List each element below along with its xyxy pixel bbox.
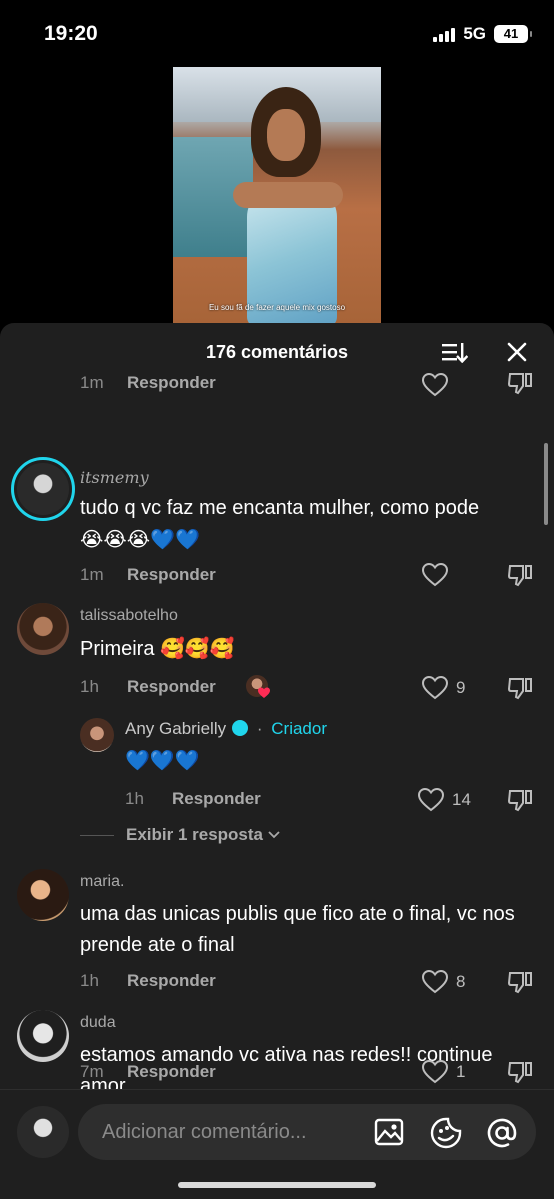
image-icon[interactable] xyxy=(374,1118,404,1151)
like-button[interactable] xyxy=(422,563,456,587)
dislike-icon[interactable] xyxy=(507,373,533,400)
home-indicator xyxy=(178,1182,376,1188)
dislike-icon[interactable] xyxy=(507,970,533,999)
comment-input-bar: Adicionar comentário... xyxy=(0,1089,554,1199)
avatar[interactable] xyxy=(80,718,114,752)
creator-username[interactable]: Any Gabrielly xyxy=(125,719,226,738)
comment-emojis: 🥰🥰🥰 xyxy=(160,636,235,660)
creator-reply-text: 💙💙💙 xyxy=(125,745,554,777)
partial-comment-meta: 1m Responder xyxy=(80,373,216,393)
like-button[interactable]: 14 xyxy=(418,788,471,812)
view-replies-button[interactable]: Exibir 1 resposta xyxy=(80,825,280,845)
comment-emojis: 💙💙💙 xyxy=(125,748,200,772)
comment-meta: 1h Responder xyxy=(80,971,216,991)
reply-button[interactable]: Responder xyxy=(127,565,216,585)
creator-reply-header: Any Gabrielly · Criador xyxy=(125,719,327,738)
reply-button[interactable]: Responder xyxy=(127,677,216,697)
like-button[interactable]: 1 xyxy=(422,1060,465,1084)
comments-count-title: 176 comentários xyxy=(205,342,349,362)
comment-emojis: 😭😭😭💙💙 xyxy=(80,527,200,551)
signal-icon xyxy=(433,26,456,42)
comment-username[interactable]: talissabotelho xyxy=(80,607,178,625)
verified-badge-icon xyxy=(232,720,249,736)
avatar[interactable] xyxy=(11,457,75,521)
battery-icon: 41 xyxy=(494,25,532,43)
comment-meta: 7m Responder xyxy=(80,1062,216,1082)
my-avatar xyxy=(17,1106,69,1158)
dislike-icon[interactable] xyxy=(507,788,533,817)
dislike-icon[interactable] xyxy=(507,1060,533,1089)
sheet-header: 176 comentários xyxy=(0,323,554,379)
at-icon[interactable] xyxy=(486,1117,518,1154)
avatar[interactable] xyxy=(17,603,69,655)
comment-text: Primeira 🥰🥰🥰 xyxy=(80,633,535,665)
comment-input[interactable]: Adicionar comentário... xyxy=(78,1104,536,1160)
comment-username[interactable]: duda xyxy=(80,1014,116,1032)
comment-meta: 1h Responder xyxy=(80,677,216,697)
heart-outline-icon xyxy=(422,676,448,700)
creator-label: Criador xyxy=(271,719,327,738)
comment-text: uma das unicas publis que fico ate o fin… xyxy=(80,903,515,956)
comment-username[interactable]: maria. xyxy=(80,873,124,891)
heart-outline-icon xyxy=(422,563,448,587)
video-caption: Eu sou fã de fazer aquele mix gostoso xyxy=(208,303,346,312)
reply-button[interactable]: Responder xyxy=(127,971,216,991)
like-button[interactable]: 8 xyxy=(422,970,465,994)
like-button[interactable]: 9 xyxy=(422,676,465,700)
creator-liked-indicator xyxy=(246,675,272,701)
heart-outline-icon[interactable] xyxy=(421,373,449,402)
chevron-down-icon xyxy=(268,831,280,839)
comments-list[interactable]: 1m Responder itsmemy tudo q vc faz me en… xyxy=(0,373,554,1090)
comment-text: tudo q vc faz me encanta mulher, como po… xyxy=(80,493,535,556)
dislike-icon[interactable] xyxy=(507,676,533,705)
comment-input-placeholder: Adicionar comentário... xyxy=(102,1121,307,1143)
sticker-icon[interactable] xyxy=(430,1117,462,1154)
status-indicators: 5G 41 xyxy=(433,24,532,44)
heart-outline-icon xyxy=(422,1060,448,1084)
heart-outline-icon xyxy=(418,788,444,812)
status-bar: 19:20 5G 41 xyxy=(0,0,554,66)
close-icon[interactable] xyxy=(505,340,529,364)
comment-username[interactable]: itsmemy xyxy=(80,468,149,487)
scrollbar[interactable] xyxy=(544,443,548,525)
status-time: 19:20 xyxy=(44,22,98,45)
reply-button[interactable]: Responder xyxy=(127,1062,216,1082)
network-type: 5G xyxy=(463,24,486,43)
reply-button[interactable]: Responder xyxy=(127,373,216,393)
avatar[interactable] xyxy=(17,1010,69,1062)
sort-icon[interactable] xyxy=(440,341,469,364)
avatar[interactable] xyxy=(17,869,69,921)
reply-button[interactable]: Responder xyxy=(172,789,261,809)
comment-meta: 1h Responder xyxy=(125,789,261,809)
comments-sheet: 176 comentários 1m Responder itsmemy tud… xyxy=(0,323,554,1199)
video-preview[interactable]: Eu sou fã de fazer aquele mix gostoso xyxy=(173,67,381,325)
comment-meta: 1m Responder xyxy=(80,565,216,585)
heart-outline-icon xyxy=(422,970,448,994)
dislike-icon[interactable] xyxy=(507,563,533,592)
